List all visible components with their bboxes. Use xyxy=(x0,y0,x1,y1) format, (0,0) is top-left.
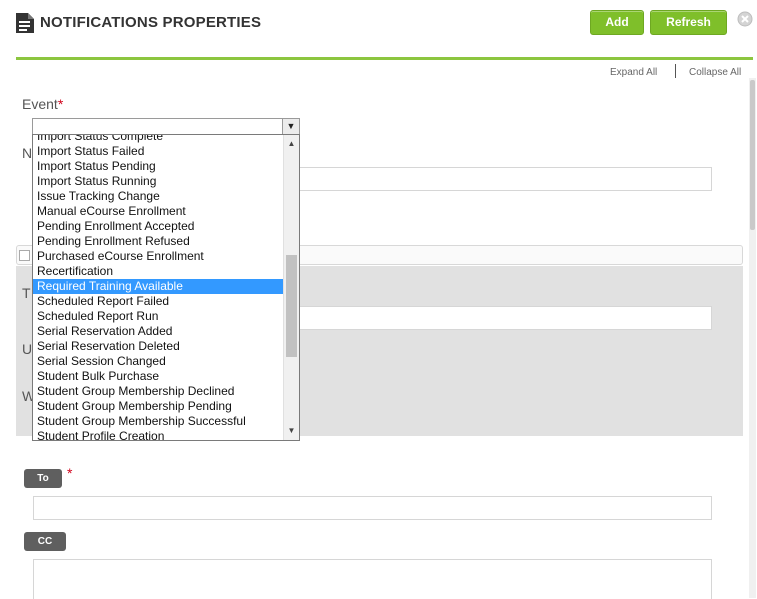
dropdown-option[interactable]: Recertification xyxy=(33,264,283,279)
name-label: N xyxy=(22,145,33,161)
page-scrollbar-thumb[interactable] xyxy=(750,80,755,230)
dropdown-option[interactable]: Serial Reservation Deleted xyxy=(33,339,283,354)
refresh-button[interactable]: Refresh xyxy=(650,10,727,35)
expand-all-link[interactable]: Expand All xyxy=(610,67,657,78)
header-divider xyxy=(16,57,753,60)
dropdown-option[interactable]: Student Group Membership Declined xyxy=(33,384,283,399)
dropdown-options: Import Status Complete Import Status Fail… xyxy=(33,135,283,440)
collapse-all-link[interactable]: Collapse All xyxy=(689,67,741,78)
scroll-up-icon[interactable]: ▲ xyxy=(284,137,299,151)
dropdown-option[interactable]: Student Group Membership Pending xyxy=(33,399,283,414)
dropdown-option[interactable]: Issue Tracking Change xyxy=(33,189,283,204)
dropdown-option[interactable]: Import Status Failed xyxy=(33,144,283,159)
dropdown-option[interactable]: Import Status Pending xyxy=(33,159,283,174)
to-required-mark: * xyxy=(67,465,73,481)
collapse-toggle-icon[interactable] xyxy=(19,250,30,261)
page-title: NOTIFICATIONS PROPERTIES xyxy=(40,14,262,31)
dropdown-option[interactable]: Serial Reservation Added xyxy=(33,324,283,339)
dropdown-scrollbar[interactable]: ▲ ▼ xyxy=(283,135,299,440)
dropdown-option[interactable]: Serial Session Changed xyxy=(33,354,283,369)
chevron-down-icon[interactable]: ▼ xyxy=(282,118,300,135)
document-icon xyxy=(16,13,34,33)
scroll-down-icon[interactable]: ▼ xyxy=(284,424,299,438)
dropdown-option[interactable]: Student Profile Creation xyxy=(33,429,283,440)
event-dropdown-list[interactable]: Import Status Complete Import Status Fail… xyxy=(32,134,300,441)
cc-button[interactable]: CC xyxy=(24,532,66,551)
dropdown-option[interactable]: Pending Enrollment Refused xyxy=(33,234,283,249)
add-button[interactable]: Add xyxy=(590,10,644,35)
dropdown-option[interactable]: Import Status Complete xyxy=(33,135,283,144)
event-select[interactable] xyxy=(32,118,300,135)
to-button[interactable]: To xyxy=(24,469,62,488)
link-separator xyxy=(675,64,676,78)
dropdown-option[interactable]: Manual eCourse Enrollment xyxy=(33,204,283,219)
to-field[interactable] xyxy=(33,496,712,520)
dropdown-option[interactable]: Scheduled Report Run xyxy=(33,309,283,324)
cc-field[interactable] xyxy=(33,559,712,599)
t-label: T xyxy=(22,285,31,301)
dropdown-option[interactable]: Scheduled Report Failed xyxy=(33,294,283,309)
dropdown-option[interactable]: Student Group Membership Successful xyxy=(33,414,283,429)
dropdown-scrollbar-thumb[interactable] xyxy=(286,255,297,357)
dropdown-option[interactable]: Import Status Running xyxy=(33,174,283,189)
close-icon[interactable] xyxy=(737,11,753,27)
dropdown-option[interactable]: Pending Enrollment Accepted xyxy=(33,219,283,234)
dropdown-option[interactable]: Required Training Available xyxy=(33,279,283,294)
u-label: U xyxy=(22,341,33,357)
dropdown-option[interactable]: Student Bulk Purchase xyxy=(33,369,283,384)
event-label: Event* xyxy=(22,96,64,112)
dropdown-option[interactable]: Purchased eCourse Enrollment xyxy=(33,249,283,264)
